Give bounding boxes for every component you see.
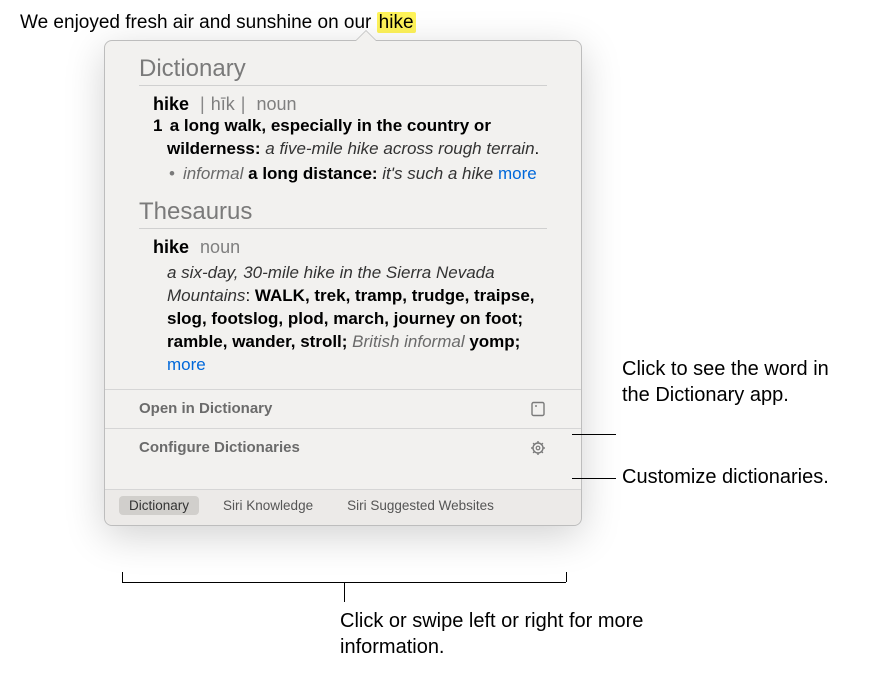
- callout-line: [572, 434, 616, 435]
- open-in-dictionary-label: Open in Dictionary: [139, 400, 272, 417]
- sub-definition-example: it's such a hike: [382, 164, 498, 183]
- callout-tick: [122, 572, 123, 582]
- synonym-primary: WALK: [255, 286, 305, 305]
- period: .: [535, 139, 540, 158]
- colon: :: [245, 286, 254, 305]
- open-in-dictionary-row[interactable]: Open in Dictionary: [105, 389, 581, 428]
- thesaurus-pos: noun: [200, 237, 240, 257]
- sub-definition: • informal a long distance: it's such a …: [167, 163, 547, 186]
- thesaurus-headword: hike: [153, 237, 189, 257]
- tab-dictionary[interactable]: Dictionary: [119, 496, 199, 515]
- part-of-speech: noun: [256, 94, 296, 114]
- divider: [139, 85, 547, 86]
- callout-tick: [566, 572, 567, 582]
- callout-line: [572, 478, 616, 479]
- sentence-prefix: We enjoyed fresh air and sunshine on our: [20, 12, 377, 33]
- definition-number: 1: [153, 115, 165, 138]
- definition-block: 1 a long walk, especially in the country…: [153, 115, 547, 186]
- highlighted-word[interactable]: hike: [377, 12, 416, 33]
- definition-example: a five-mile hike across rough terrain: [265, 139, 534, 158]
- pronunciation-bar: |: [194, 94, 211, 114]
- tab-bar[interactable]: Dictionary Siri Knowledge Siri Suggested…: [105, 489, 581, 525]
- sub-definition-text: a long distance:: [243, 164, 382, 183]
- thesaurus-section-title: Thesaurus: [139, 198, 547, 226]
- pronunciation: hīk: [211, 94, 235, 114]
- thesaurus-headword-row: hike noun: [153, 237, 547, 258]
- callout-tabs-hint: Click or swipe left or right for more in…: [340, 608, 720, 660]
- thesaurus-block: a six-day, 30-mile hike in the Sierra Ne…: [153, 262, 547, 377]
- headword-row: hike |hīk| noun: [153, 94, 547, 115]
- pronunciation-bar: |: [235, 94, 252, 114]
- spacer: [105, 467, 581, 489]
- more-link[interactable]: more: [498, 164, 537, 183]
- callout-customize: Customize dictionaries.: [622, 464, 852, 490]
- dictionary-app-icon: [529, 400, 547, 418]
- gear-icon: [529, 439, 547, 457]
- callout-tick: [344, 582, 345, 602]
- dictionary-entry: hike |hīk| noun 1 a long walk, especiall…: [139, 94, 547, 186]
- bullet-icon: •: [167, 163, 177, 186]
- headword: hike: [153, 94, 189, 114]
- tab-siri-suggested-websites[interactable]: Siri Suggested Websites: [337, 496, 504, 515]
- tab-siri-knowledge[interactable]: Siri Knowledge: [213, 496, 323, 515]
- thesaurus-entry: hike noun a six-day, 30-mile hike in the…: [139, 237, 547, 377]
- synonym-label: British informal: [352, 332, 464, 351]
- synonym-tail: yomp;: [465, 332, 521, 351]
- divider: [139, 228, 547, 229]
- callout-open-app: Click to see the word in the Dictionary …: [622, 356, 852, 408]
- configure-dictionaries-label: Configure Dictionaries: [139, 439, 300, 456]
- usage-label: informal: [183, 164, 243, 183]
- more-link[interactable]: more: [167, 355, 206, 374]
- dictionary-section-title: Dictionary: [139, 55, 547, 83]
- configure-dictionaries-row[interactable]: Configure Dictionaries: [105, 428, 581, 467]
- lookup-popover: Dictionary hike |hīk| noun 1 a long walk…: [104, 40, 582, 526]
